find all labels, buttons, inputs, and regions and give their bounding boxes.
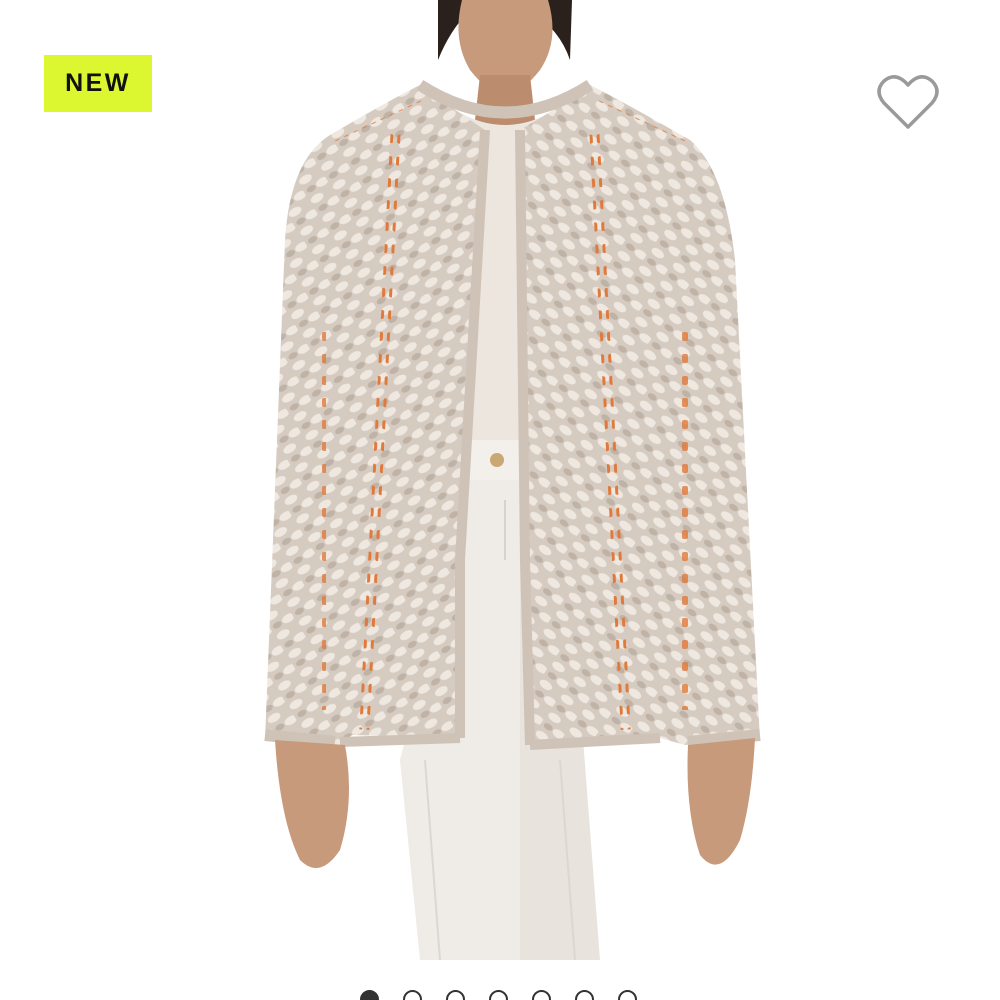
carousel-dot[interactable] bbox=[532, 990, 551, 1000]
jacket-right-panel bbox=[520, 85, 760, 745]
wishlist-button[interactable] bbox=[872, 70, 944, 136]
model-left-hand bbox=[275, 740, 349, 868]
carousel-dot[interactable] bbox=[575, 990, 594, 1000]
carousel-dot[interactable] bbox=[403, 990, 422, 1000]
product-gallery: NEW bbox=[0, 0, 1000, 1000]
model-right-hand bbox=[687, 738, 755, 865]
carousel-pagination bbox=[360, 990, 637, 1000]
model-neck bbox=[475, 75, 535, 128]
heart-outline-icon bbox=[877, 75, 939, 129]
carousel-dot[interactable] bbox=[618, 990, 637, 1000]
new-badge: NEW bbox=[44, 55, 152, 112]
jacket-left-panel bbox=[265, 85, 485, 745]
carousel-dot[interactable] bbox=[360, 990, 379, 1000]
carousel-dot[interactable] bbox=[446, 990, 465, 1000]
pants-button bbox=[490, 453, 504, 467]
carousel-dot[interactable] bbox=[489, 990, 508, 1000]
product-image[interactable] bbox=[0, 0, 1000, 960]
